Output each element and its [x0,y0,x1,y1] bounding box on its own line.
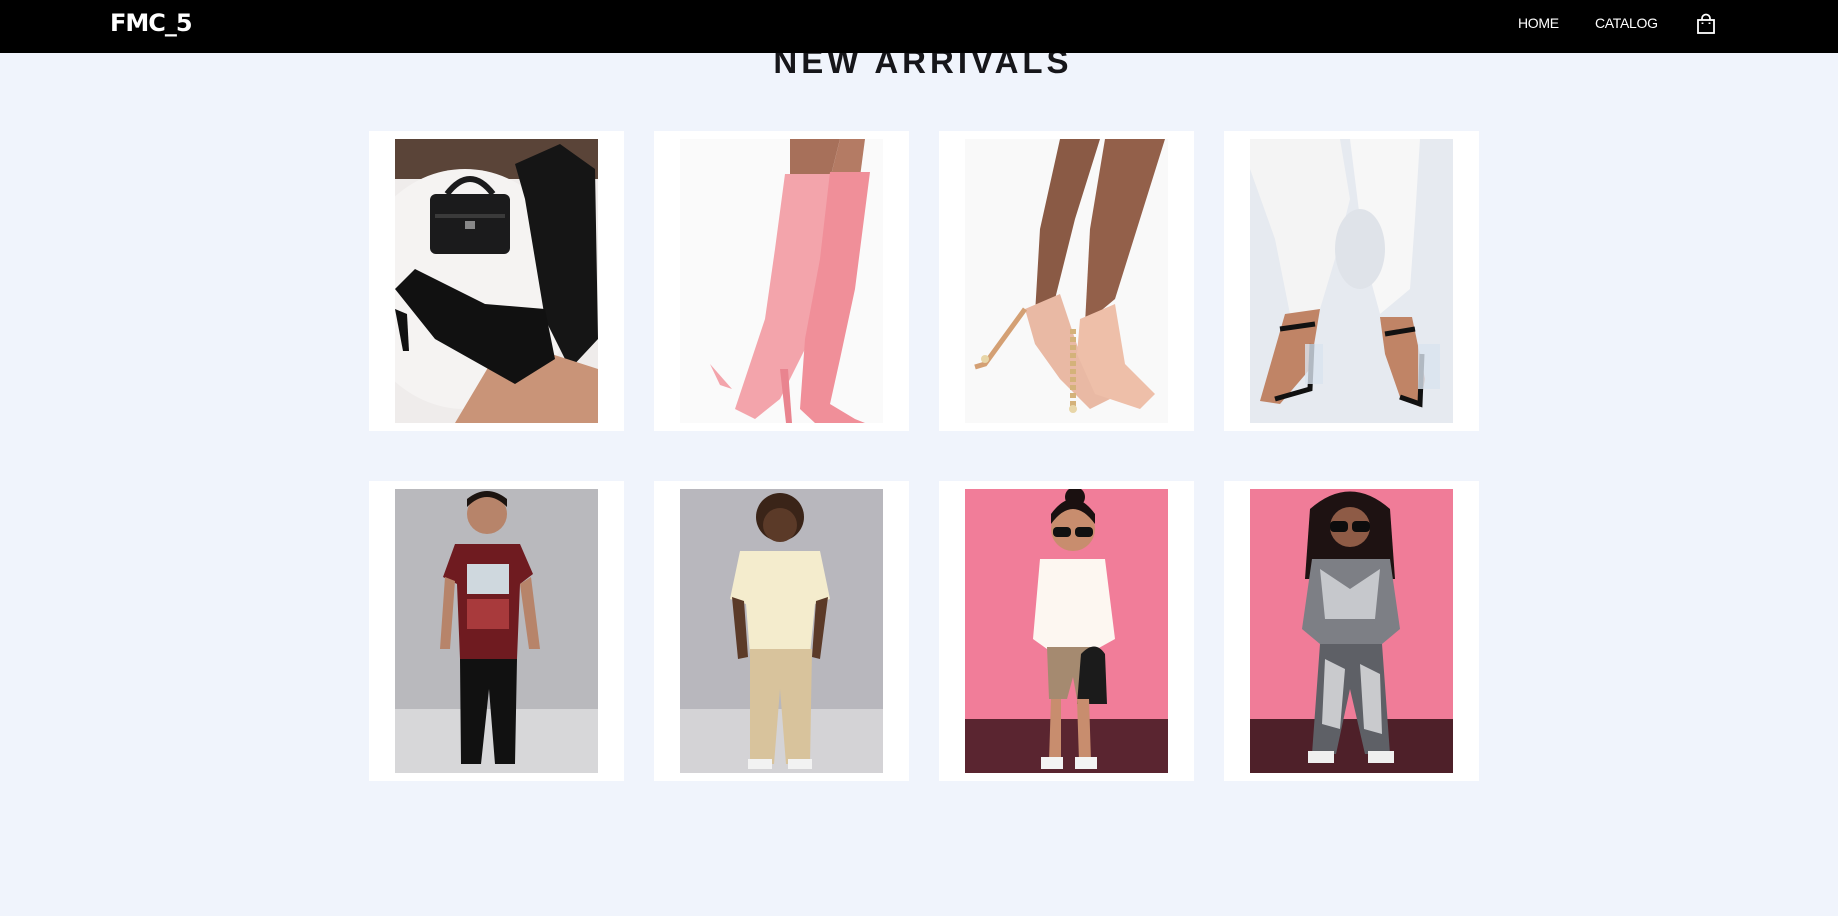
top-navigation-bar: FMC_5 HOME CATALOG [0,0,1838,53]
product-card-thigh-boots-black[interactable] [369,131,624,431]
page: FMC_5 HOME CATALOG NEW ARRIVALS [0,0,1838,916]
shopping-bag-icon[interactable] [1695,13,1717,35]
product-image-boy-cream-tee[interactable] [680,489,883,773]
product-image-black-sandals[interactable] [1250,139,1453,423]
product-image-girl-white-top[interactable] [965,489,1168,773]
product-card-boy-newyork-tee[interactable] [369,481,624,781]
nav-home-link[interactable]: HOME [1518,14,1559,32]
product-image-black-boots[interactable] [395,139,598,423]
product-card-girl-tiedye-set[interactable] [1224,481,1479,781]
product-image-girl-tiedye-set[interactable] [1250,489,1453,773]
product-card-thigh-boots-pink[interactable] [654,131,909,431]
nav-catalog-link[interactable]: CATALOG [1595,14,1658,32]
product-card-strappy-heels-nude[interactable] [939,131,1194,431]
product-image-nude-heels[interactable] [965,139,1168,423]
product-card-girl-white-top[interactable] [939,481,1194,781]
product-card-boy-cream-tee[interactable] [654,481,909,781]
product-card-sandals-clear-heel[interactable] [1224,131,1479,431]
product-image-boy-red-tee[interactable] [395,489,598,773]
site-logo[interactable]: FMC_5 [110,8,193,38]
product-image-pink-boots[interactable] [680,139,883,423]
